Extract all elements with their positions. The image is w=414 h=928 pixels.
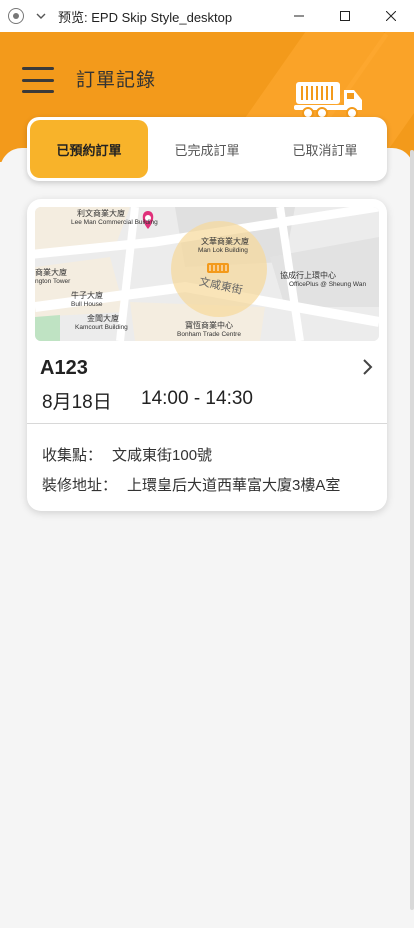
order-tabs: 已預約訂單 已完成訂單 已取消訂單 <box>27 117 387 181</box>
collection-point-label: 收集點： <box>42 447 103 464</box>
map-label: 協成行上環中心 <box>280 270 336 280</box>
tab-completed-orders[interactable]: 已完成訂單 <box>148 120 266 178</box>
map-label: Lee Man Commercial Building <box>71 219 158 226</box>
map-label: Bonham Trade Centre <box>177 331 241 338</box>
page-title: 訂單記錄 <box>76 70 157 91</box>
booking-date: 8月18日 <box>42 392 112 413</box>
window-titlebar: 预览: EPD Skip Style_desktop <box>0 0 414 32</box>
map-label: OfficePlus @ Sheung Wan <box>289 281 366 288</box>
location-map[interactable]: 利文商業大廈 Lee Man Commercial Building 文華商業大… <box>35 207 379 341</box>
map-label: 金聞大廈 <box>87 313 119 323</box>
maximize-icon[interactable] <box>322 0 368 32</box>
map-label: 利文商業大廈 <box>77 208 125 218</box>
map-label: ngton Tower <box>35 278 71 285</box>
truck-icon <box>294 82 362 119</box>
close-icon[interactable] <box>368 0 414 32</box>
map-label: 文華商業大廈 <box>201 236 249 246</box>
renovation-address-value: 上環皇后大道西華富大廈3樓A室 <box>127 477 341 494</box>
scrollbar[interactable] <box>410 150 414 910</box>
chevron-down-icon[interactable] <box>34 9 48 23</box>
minimize-icon[interactable] <box>276 0 322 32</box>
booking-time: 14:00 - 14:30 <box>141 388 253 409</box>
booking-card[interactable]: 利文商業大廈 Lee Man Commercial Building 文華商業大… <box>27 199 387 511</box>
renovation-address-row: 裝修地址： 上環皇后大道西華富大廈3樓A室 <box>42 474 340 495</box>
chevron-right-icon[interactable] <box>361 357 375 377</box>
map-label: Man Lok Building <box>198 247 248 254</box>
divider <box>27 423 387 424</box>
hamburger-menu-icon[interactable] <box>22 67 54 93</box>
tab-booked-orders[interactable]: 已預約訂單 <box>30 120 148 178</box>
map-label: 寶恆商業中心 <box>185 320 233 330</box>
map-label: Bull House <box>71 301 103 308</box>
collection-point-row: 收集點： 文咸東街100號 <box>42 444 212 465</box>
collection-point-value: 文咸東街100號 <box>112 447 213 464</box>
booking-id: A123 <box>40 357 88 379</box>
map-label: 商業大廈 <box>35 267 67 277</box>
window-title: 预览: EPD Skip Style_desktop <box>58 9 233 25</box>
tab-cancelled-orders[interactable]: 已取消訂單 <box>266 120 384 178</box>
renovation-address-label: 裝修地址： <box>42 477 118 494</box>
map-label: Kamcourt Building <box>75 324 128 331</box>
app-record-icon <box>8 8 24 24</box>
map-label: 牛子大廈 <box>71 290 103 300</box>
